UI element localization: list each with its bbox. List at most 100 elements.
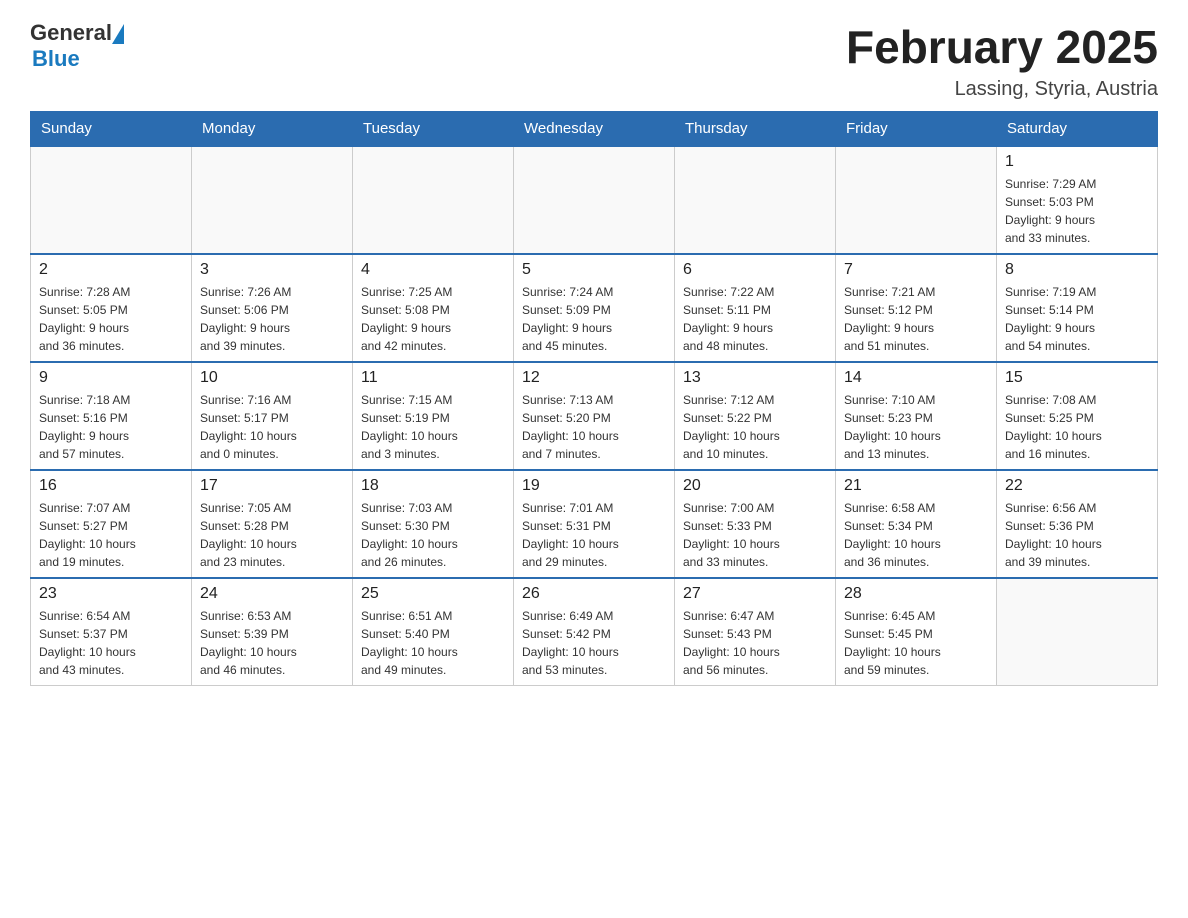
day-number: 14 [844,369,988,387]
day-number: 24 [200,585,344,603]
title-section: February 2025 Lassing, Styria, Austria [846,20,1158,101]
day-info: Sunrise: 7:13 AM Sunset: 5:20 PM Dayligh… [522,391,666,463]
day-number: 19 [522,477,666,495]
day-number: 2 [39,261,183,279]
weekday-header-wednesday: Wednesday [514,112,675,147]
calendar-subtitle: Lassing, Styria, Austria [846,78,1158,101]
day-number: 18 [361,477,505,495]
calendar-cell: 6 Sunrise: 7:22 AM Sunset: 5:11 PM Daylig… [675,254,836,362]
calendar-cell: 9 Sunrise: 7:18 AM Sunset: 5:16 PM Daylig… [31,362,192,470]
week-row-1: 1 Sunrise: 7:29 AM Sunset: 5:03 PM Daylig… [31,146,1158,254]
day-number: 1 [1005,153,1149,171]
day-number: 13 [683,369,827,387]
calendar-cell: 24 Sunrise: 6:53 AM Sunset: 5:39 PM Dayli… [192,578,353,686]
day-info: Sunrise: 6:49 AM Sunset: 5:42 PM Dayligh… [522,607,666,679]
calendar-cell: 8 Sunrise: 7:19 AM Sunset: 5:14 PM Daylig… [997,254,1158,362]
logo-general-text: General [30,20,112,46]
day-info: Sunrise: 7:05 AM Sunset: 5:28 PM Dayligh… [200,499,344,571]
day-info: Sunrise: 7:03 AM Sunset: 5:30 PM Dayligh… [361,499,505,571]
day-number: 10 [200,369,344,387]
day-info: Sunrise: 6:56 AM Sunset: 5:36 PM Dayligh… [1005,499,1149,571]
calendar-cell [675,146,836,254]
day-number: 27 [683,585,827,603]
day-info: Sunrise: 6:53 AM Sunset: 5:39 PM Dayligh… [200,607,344,679]
weekday-header-saturday: Saturday [997,112,1158,147]
day-info: Sunrise: 7:26 AM Sunset: 5:06 PM Dayligh… [200,283,344,355]
calendar-cell: 27 Sunrise: 6:47 AM Sunset: 5:43 PM Dayli… [675,578,836,686]
calendar-cell: 15Sunrise: 7:08 AM Sunset: 5:25 PM Dayli… [997,362,1158,470]
day-number: 25 [361,585,505,603]
day-number: 5 [522,261,666,279]
calendar-cell: 23 Sunrise: 6:54 AM Sunset: 5:37 PM Dayli… [31,578,192,686]
day-info: Sunrise: 7:28 AM Sunset: 5:05 PM Dayligh… [39,283,183,355]
day-info: Sunrise: 6:54 AM Sunset: 5:37 PM Dayligh… [39,607,183,679]
calendar-cell: 10 Sunrise: 7:16 AM Sunset: 5:17 PM Dayli… [192,362,353,470]
day-info: Sunrise: 7:15 AM Sunset: 5:19 PM Dayligh… [361,391,505,463]
calendar-cell: 5 Sunrise: 7:24 AM Sunset: 5:09 PM Daylig… [514,254,675,362]
weekday-header-row: SundayMondayTuesdayWednesdayThursdayFrid… [31,112,1158,147]
day-info: Sunrise: 7:07 AM Sunset: 5:27 PM Dayligh… [39,499,183,571]
weekday-header-sunday: Sunday [31,112,192,147]
calendar-cell: 14 Sunrise: 7:10 AM Sunset: 5:23 PM Dayli… [836,362,997,470]
day-number: 17 [200,477,344,495]
calendar-title: February 2025 [846,20,1158,74]
calendar-cell: 16 Sunrise: 7:07 AM Sunset: 5:27 PM Dayli… [31,470,192,578]
week-row-4: 16 Sunrise: 7:07 AM Sunset: 5:27 PM Dayli… [31,470,1158,578]
week-row-3: 9 Sunrise: 7:18 AM Sunset: 5:16 PM Daylig… [31,362,1158,470]
calendar-cell [997,578,1158,686]
day-info: Sunrise: 7:21 AM Sunset: 5:12 PM Dayligh… [844,283,988,355]
day-number: 16 [39,477,183,495]
calendar-cell [514,146,675,254]
day-number: 22 [1005,477,1149,495]
calendar-cell: 3Sunrise: 7:26 AM Sunset: 5:06 PM Daylig… [192,254,353,362]
logo-blue-text: Blue [32,46,80,72]
day-number: 9 [39,369,183,387]
day-number: 11 [361,369,505,387]
day-info: Sunrise: 7:10 AM Sunset: 5:23 PM Dayligh… [844,391,988,463]
calendar-cell: 1 Sunrise: 7:29 AM Sunset: 5:03 PM Daylig… [997,146,1158,254]
day-number: 21 [844,477,988,495]
calendar-cell: 2 Sunrise: 7:28 AM Sunset: 5:05 PM Daylig… [31,254,192,362]
calendar-cell: 21Sunrise: 6:58 AM Sunset: 5:34 PM Dayli… [836,470,997,578]
day-number: 6 [683,261,827,279]
calendar-cell: 13Sunrise: 7:12 AM Sunset: 5:22 PM Dayli… [675,362,836,470]
calendar-cell: 7 Sunrise: 7:21 AM Sunset: 5:12 PM Daylig… [836,254,997,362]
day-number: 4 [361,261,505,279]
calendar-cell: 11 Sunrise: 7:15 AM Sunset: 5:19 PM Dayli… [353,362,514,470]
page-header: General Blue February 2025 Lassing, Styr… [30,20,1158,101]
weekday-header-friday: Friday [836,112,997,147]
calendar-cell: 17 Sunrise: 7:05 AM Sunset: 5:28 PM Dayli… [192,470,353,578]
weekday-header-tuesday: Tuesday [353,112,514,147]
week-row-5: 23 Sunrise: 6:54 AM Sunset: 5:37 PM Dayli… [31,578,1158,686]
day-number: 7 [844,261,988,279]
logo-triangle-icon [112,24,124,44]
day-number: 15 [1005,369,1149,387]
calendar-cell: 4Sunrise: 7:25 AM Sunset: 5:08 PM Daylig… [353,254,514,362]
calendar-cell: 25 Sunrise: 6:51 AM Sunset: 5:40 PM Dayli… [353,578,514,686]
day-info: Sunrise: 6:51 AM Sunset: 5:40 PM Dayligh… [361,607,505,679]
calendar-cell: 22 Sunrise: 6:56 AM Sunset: 5:36 PM Dayli… [997,470,1158,578]
day-number: 12 [522,369,666,387]
day-number: 8 [1005,261,1149,279]
calendar-cell [353,146,514,254]
calendar-cell: 20Sunrise: 7:00 AM Sunset: 5:33 PM Dayli… [675,470,836,578]
day-info: Sunrise: 7:24 AM Sunset: 5:09 PM Dayligh… [522,283,666,355]
day-info: Sunrise: 7:19 AM Sunset: 5:14 PM Dayligh… [1005,283,1149,355]
calendar-cell: 28 Sunrise: 6:45 AM Sunset: 5:45 PM Dayli… [836,578,997,686]
calendar-cell [836,146,997,254]
day-info: Sunrise: 6:45 AM Sunset: 5:45 PM Dayligh… [844,607,988,679]
calendar-cell [192,146,353,254]
day-info: Sunrise: 6:47 AM Sunset: 5:43 PM Dayligh… [683,607,827,679]
day-number: 28 [844,585,988,603]
day-info: Sunrise: 7:29 AM Sunset: 5:03 PM Dayligh… [1005,175,1149,247]
week-row-2: 2 Sunrise: 7:28 AM Sunset: 5:05 PM Daylig… [31,254,1158,362]
calendar-cell [31,146,192,254]
logo: General Blue [30,20,124,72]
weekday-header-thursday: Thursday [675,112,836,147]
day-info: Sunrise: 7:22 AM Sunset: 5:11 PM Dayligh… [683,283,827,355]
day-info: Sunrise: 7:18 AM Sunset: 5:16 PM Dayligh… [39,391,183,463]
day-info: Sunrise: 7:01 AM Sunset: 5:31 PM Dayligh… [522,499,666,571]
day-number: 23 [39,585,183,603]
calendar-cell: 12 Sunrise: 7:13 AM Sunset: 5:20 PM Dayli… [514,362,675,470]
day-info: Sunrise: 7:16 AM Sunset: 5:17 PM Dayligh… [200,391,344,463]
